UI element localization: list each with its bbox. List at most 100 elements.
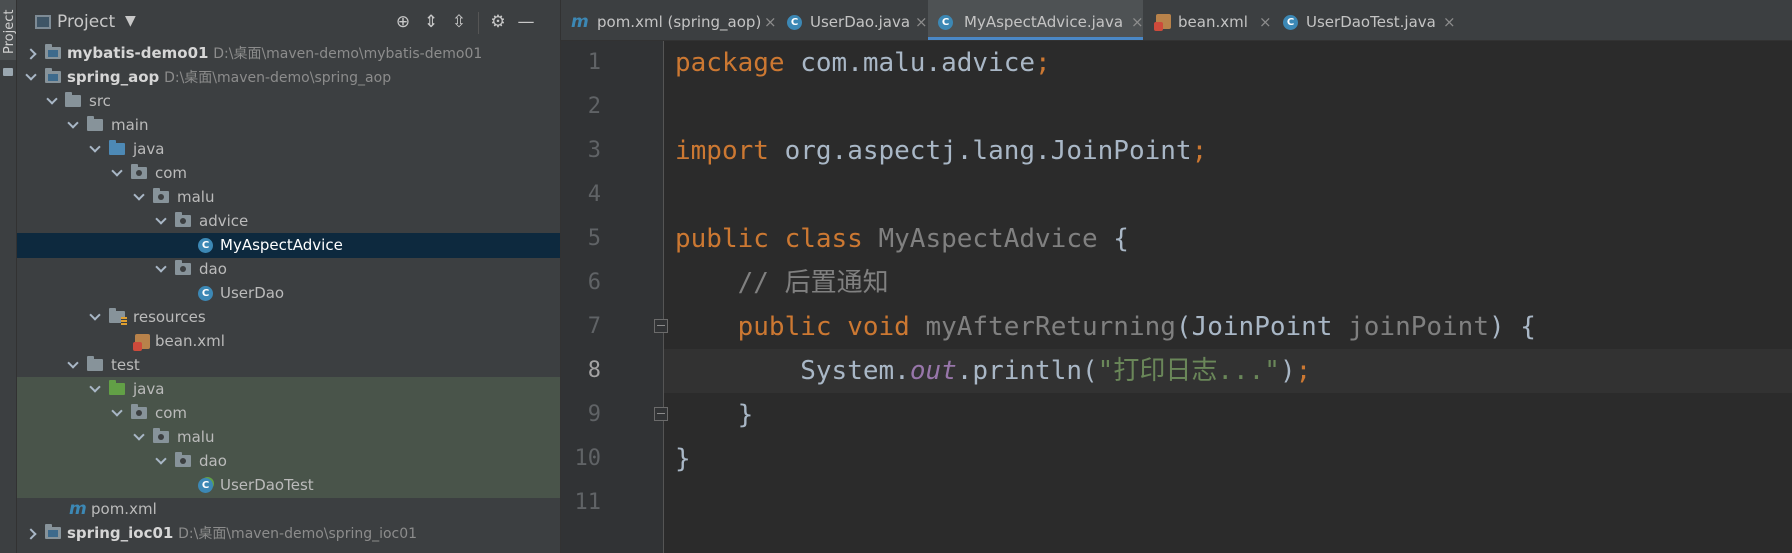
project-panel-title[interactable]: Project	[57, 12, 115, 32]
code-line-6[interactable]: // 后置通知	[675, 261, 889, 305]
code-line-5[interactable]: public class MyAspectAdvice {	[675, 217, 1129, 261]
code-line-1[interactable]: package com.malu.advice;	[675, 41, 1051, 85]
line-number: 6	[587, 270, 601, 295]
tree-item-label: MyAspectAdvice	[220, 236, 343, 254]
project-tool-tab[interactable]: Project	[0, 0, 17, 60]
tree-item-advice[interactable]: advice	[17, 209, 560, 234]
line-number-gutter: 1 2 3 4 5 6 7 8 9 10 11	[561, 41, 663, 553]
code-line-9[interactable]: }	[675, 393, 754, 437]
collapse-all-icon[interactable]: ⇳	[448, 11, 470, 33]
tree-item-main[interactable]: main	[17, 113, 560, 138]
close-icon[interactable]: ×	[915, 0, 928, 44]
code-line-8[interactable]: System.out.println("打印日志...");	[675, 349, 1311, 393]
fold-icon[interactable]	[654, 319, 668, 333]
tab-bean-xml[interactable]: bean.xml ×	[1144, 0, 1272, 40]
project-panel: Project ▼ ⊕ ⇕ ⇳ ⚙ — mybatis-demo01 D:\桌面…	[17, 0, 560, 553]
tree-item-java[interactable]: java	[17, 137, 560, 162]
parameter-name: joinPoint	[1348, 312, 1489, 342]
test-source-folder-icon	[109, 380, 125, 395]
comment: // 后置通知	[737, 268, 889, 298]
code-text: .println(	[956, 356, 1098, 386]
package-icon	[131, 404, 147, 419]
package-icon	[175, 212, 191, 227]
tree-item-test-java[interactable]: java	[17, 377, 560, 402]
tree-item-dao[interactable]: dao	[17, 257, 560, 282]
tree-item-label: UserDao	[220, 284, 285, 302]
chevron-down-icon[interactable]	[155, 213, 167, 225]
tab-userdao-java[interactable]: C UserDao.java ×	[777, 0, 928, 40]
code-editor[interactable]: 1 2 3 4 5 6 7 8 9 10 11 package com.malu…	[561, 41, 1792, 553]
tree-item-bean-xml[interactable]: bean.xml	[17, 329, 560, 354]
tree-item-myaspectadvice[interactable]: C MyAspectAdvice	[17, 233, 560, 258]
tree-item-test[interactable]: test	[17, 353, 560, 378]
code-line-10[interactable]: }	[675, 437, 691, 481]
chevron-down-icon[interactable]	[89, 141, 101, 153]
tree-item-test-malu[interactable]: malu	[17, 425, 560, 450]
code-text: com.malu.advice	[784, 48, 1036, 78]
close-icon[interactable]: ×	[1259, 0, 1272, 44]
folder-icon	[3, 68, 13, 76]
tree-item-spring-ioc01[interactable]: spring_ioc01 D:\桌面\maven-demo\spring_ioc…	[17, 521, 560, 546]
tree-item-label: malu	[177, 428, 215, 446]
tree-item-userdaotest[interactable]: C UserDaoTest	[17, 473, 560, 498]
tree-item-test-com[interactable]: com	[17, 401, 560, 426]
module-folder-icon	[45, 44, 61, 59]
tool-window-strip: Project	[0, 0, 17, 553]
close-icon[interactable]: ×	[764, 0, 777, 44]
folder-icon	[87, 356, 103, 371]
chevron-down-icon[interactable]	[67, 357, 79, 369]
tree-item-mybatis-demo01[interactable]: mybatis-demo01 D:\桌面\maven-demo\mybatis-…	[17, 41, 560, 66]
code-text: ) {	[1489, 312, 1536, 342]
chevron-down-icon[interactable]	[111, 165, 123, 177]
editor-tab-bar: m pom.xml (spring_aop) × C UserDao.java …	[561, 0, 1792, 41]
chevron-down-icon[interactable]	[133, 429, 145, 441]
code-text: System.	[800, 356, 910, 386]
tree-item-userdao[interactable]: C UserDao	[17, 281, 560, 306]
tree-item-test-dao[interactable]: dao	[17, 449, 560, 474]
tree-item-resources[interactable]: resources	[17, 305, 560, 330]
tree-item-malu[interactable]: malu	[17, 185, 560, 210]
string-literal: "打印日志..."	[1097, 356, 1280, 386]
gear-icon[interactable]: ⚙	[487, 11, 509, 33]
tab-label: UserDao.java	[810, 13, 911, 31]
code-line-7[interactable]: public void myAfterReturning(JoinPoint j…	[675, 305, 1536, 349]
chevron-down-icon[interactable]: ▼	[125, 13, 136, 29]
close-icon[interactable]: ×	[1443, 0, 1456, 44]
chevron-right-icon[interactable]	[25, 48, 37, 60]
module-folder-icon	[45, 68, 61, 83]
hide-icon[interactable]: —	[515, 11, 537, 33]
chevron-down-icon[interactable]	[46, 93, 58, 105]
chevron-down-icon[interactable]	[111, 405, 123, 417]
tree-item-label: pom.xml	[91, 500, 157, 518]
tree-item-src[interactable]: src	[17, 89, 560, 114]
xml-file-icon	[133, 334, 150, 351]
chevron-down-icon[interactable]	[89, 309, 101, 321]
tab-myaspectadvice-java[interactable]: C MyAspectAdvice.java ×	[928, 0, 1144, 40]
tree-item-spring-aop[interactable]: spring_aop D:\桌面\maven-demo\spring_aop	[17, 65, 560, 90]
chevron-down-icon[interactable]	[133, 189, 145, 201]
locate-icon[interactable]: ⊕	[392, 11, 414, 33]
tree-item-pom-xml[interactable]: m pom.xml	[17, 497, 560, 522]
expand-all-icon[interactable]: ⇕	[420, 11, 442, 33]
fold-icon[interactable]	[654, 407, 668, 421]
semicolon: ;	[1295, 356, 1312, 386]
tree-item-label: dao	[199, 260, 227, 278]
semicolon: ;	[1191, 136, 1208, 166]
close-icon[interactable]: ×	[1131, 0, 1144, 44]
chevron-down-icon[interactable]	[155, 453, 167, 465]
chevron-down-icon[interactable]	[25, 69, 37, 81]
tab-pom-xml[interactable]: m pom.xml (spring_aop) ×	[561, 0, 777, 40]
chevron-down-icon[interactable]	[155, 261, 167, 273]
chevron-right-icon[interactable]	[25, 528, 37, 540]
package-icon	[175, 260, 191, 275]
tab-label: MyAspectAdvice.java	[964, 13, 1124, 31]
line-number: 9	[587, 402, 601, 427]
xml-file-icon	[1154, 14, 1171, 31]
chevron-down-icon[interactable]	[67, 117, 79, 129]
tree-item-com[interactable]: com	[17, 161, 560, 186]
chevron-down-icon[interactable]	[89, 381, 101, 393]
keyword: public void	[737, 312, 910, 342]
tab-userdaotest-java[interactable]: C UserDaoTest.java ×	[1273, 0, 1460, 40]
tree-item-label: resources	[133, 308, 206, 326]
code-line-3[interactable]: import org.aspectj.lang.JoinPoint;	[675, 129, 1207, 173]
